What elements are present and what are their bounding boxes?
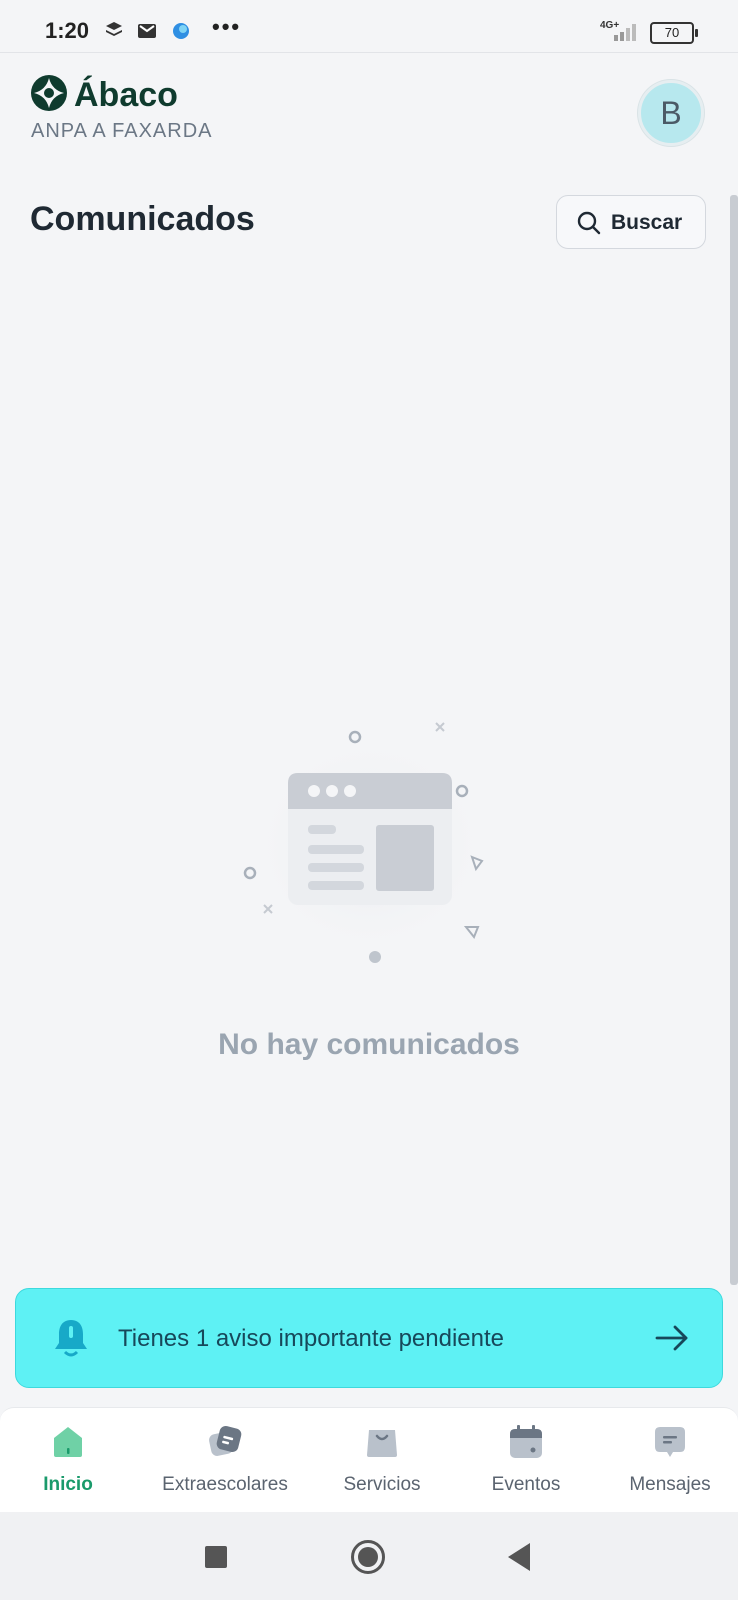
status-bar: 1:20 ••• 4G+ 70 — [0, 0, 738, 53]
nav-item-servicios[interactable]: Servicios — [322, 1408, 442, 1512]
bell-icon — [55, 1320, 87, 1357]
empty-state-message: No hay comunicados — [218, 1028, 520, 1061]
home-icon — [54, 1427, 82, 1457]
search-icon — [577, 211, 601, 235]
nav-label-servicios: Servicios — [343, 1474, 421, 1495]
organization-name: ANPA A FAXARDA — [31, 120, 213, 142]
page-title: Comunicados — [30, 200, 255, 238]
nav-label-mensajes: Mensajes — [629, 1474, 711, 1495]
back-button[interactable] — [508, 1543, 530, 1571]
nav-item-extraescolares[interactable]: Extraescolares — [150, 1408, 300, 1512]
empty-state-illustration — [243, 722, 490, 963]
browser-icon — [173, 23, 189, 39]
calendar-icon — [510, 1425, 542, 1458]
avatar[interactable]: B — [638, 80, 704, 146]
nav-label-eventos: Eventos — [491, 1474, 561, 1495]
home-button[interactable] — [351, 1540, 385, 1574]
nav-item-mensajes[interactable]: Mensajes — [610, 1408, 730, 1512]
search-button[interactable]: Buscar — [556, 195, 706, 249]
scrollbar[interactable] — [730, 195, 738, 1285]
layers-icon — [106, 22, 122, 36]
abaco-logo-icon — [31, 75, 67, 111]
brand-logo: Ábaco — [30, 74, 178, 117]
shopping-bag-icon — [367, 1430, 397, 1457]
more-notifications-icon: ••• — [212, 14, 242, 39]
battery-indicator: 70 — [650, 22, 698, 44]
nav-item-eventos[interactable]: Eventos — [466, 1408, 586, 1512]
mail-stack-icon — [138, 24, 156, 38]
nav-label-extraescolares: Extraescolares — [162, 1474, 288, 1495]
important-notice-banner[interactable]: Tienes 1 aviso importante pendiente — [15, 1288, 723, 1388]
signal-icon — [614, 24, 636, 41]
recent-apps-button[interactable] — [205, 1546, 227, 1568]
system-navigation-bar — [0, 1512, 738, 1600]
brand-name: Ábaco — [74, 76, 178, 114]
nav-label-inicio: Inicio — [43, 1474, 93, 1495]
bottom-navigation: Inicio Extraescolares Servicios Eventos — [0, 1407, 738, 1512]
arrow-right-icon — [655, 1325, 688, 1351]
activities-icon — [209, 1425, 242, 1456]
nav-item-inicio[interactable]: Inicio — [8, 1408, 128, 1512]
message-icon — [655, 1427, 685, 1457]
search-button-label: Buscar — [611, 211, 683, 234]
notice-text: Tienes 1 aviso importante pendiente — [118, 1325, 505, 1352]
status-time: 1:20 — [45, 18, 90, 43]
